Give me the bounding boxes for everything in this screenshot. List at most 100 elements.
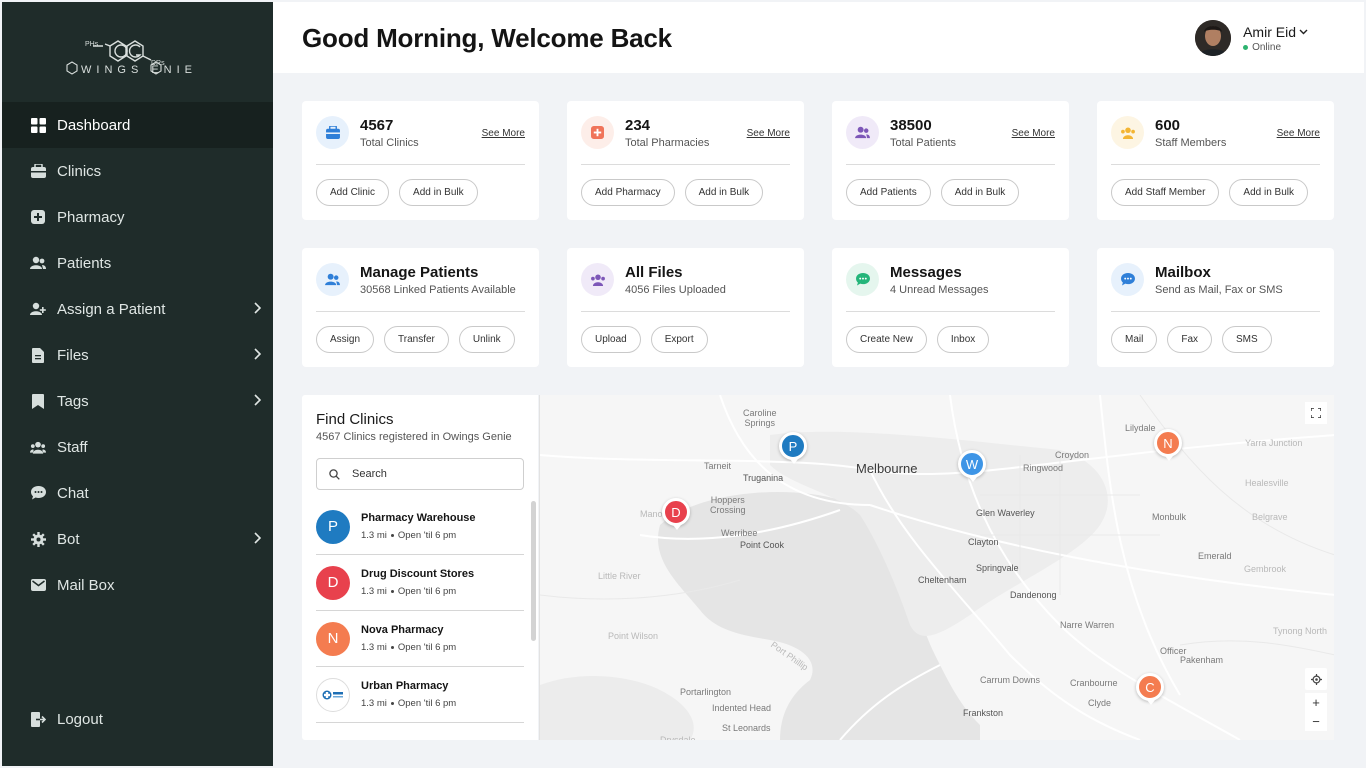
map-place-label: Springvale — [976, 563, 1019, 573]
sidebar-item-label: Patients — [57, 254, 112, 272]
map-place-label: Tarneit — [704, 461, 732, 471]
logo[interactable]: PHs DRs WINGS ENIE — [2, 2, 273, 102]
logout-label: Logout — [57, 710, 103, 728]
fullscreen-icon — [1311, 408, 1321, 418]
sidebar-item-dashboard[interactable]: Dashboard — [2, 102, 273, 148]
list-item[interactable]: N Nova Pharmacy 1.3 mi Open 'til 6 pm — [316, 611, 524, 667]
separator-dot-icon — [390, 534, 394, 537]
clinic-avatar: D — [316, 565, 350, 600]
card-action-button[interactable]: Inbox — [936, 326, 990, 353]
stat-card: 4567 Total Clinics See More Add Clinic Ad… — [302, 101, 539, 220]
zoom-out-button[interactable]: − — [1312, 712, 1320, 731]
scrollbar[interactable] — [531, 501, 536, 641]
map-place-label: Frankston — [963, 708, 1004, 718]
sidebar-item-label: Files — [57, 346, 89, 364]
card-action-button[interactable]: Transfer — [384, 326, 449, 353]
map-marker[interactable]: N — [1154, 429, 1182, 461]
map-marker[interactable]: W — [958, 450, 986, 482]
map-place-label: Ringwood — [1023, 463, 1064, 473]
map-place-label: Narre Warren — [1060, 620, 1115, 630]
action-card-subtitle: Send as Mail, Fax or SMS — [1155, 284, 1283, 296]
sidebar-item-tags[interactable]: Tags — [2, 378, 273, 424]
map-place-label: Caroline Springs — [743, 408, 777, 428]
clinic-name: Urban Pharmacy — [361, 680, 449, 692]
map-marker[interactable]: C — [1136, 673, 1164, 705]
search-box[interactable] — [316, 458, 524, 490]
user-name-dropdown[interactable]: Amir Eid — [1243, 24, 1308, 40]
sidebar-item-pharmacy[interactable]: Pharmacy — [2, 194, 273, 240]
pharmacy-icon — [581, 116, 614, 149]
locate-button[interactable] — [1305, 668, 1327, 690]
chevron-right-icon — [254, 302, 261, 314]
clinic-hours: Open 'til 6 pm — [397, 642, 457, 653]
map-place-label: Point Wilson — [608, 631, 659, 641]
see-more-link[interactable]: See More — [747, 128, 790, 139]
svg-text:PHs: PHs — [85, 41, 99, 48]
sidebar-item-label: Mail Box — [57, 576, 115, 594]
clinic-distance: 1.3 mi — [361, 530, 387, 541]
search-icon — [329, 468, 340, 480]
stat-value: 38500 — [890, 117, 932, 134]
chat-icon — [30, 485, 46, 501]
clinic-meta: 1.3 mi Open 'til 6 pm — [361, 698, 456, 709]
card-action-button[interactable]: Fax — [1167, 326, 1213, 353]
sidebar-item-assign-patient[interactable]: Assign a Patient — [2, 286, 273, 332]
card-action-button[interactable]: Add in Bulk — [684, 179, 764, 206]
map-place-label: Glen Waverley — [976, 508, 1035, 518]
map-marker[interactable]: P — [779, 432, 807, 464]
list-item[interactable]: D Drug Discount Stores 1.3 mi Open 'til … — [316, 555, 524, 611]
sidebar-item-bot[interactable]: Bot — [2, 516, 273, 562]
chevron-right-icon — [254, 394, 261, 406]
clinic-distance: 1.3 mi — [361, 642, 387, 653]
sidebar-item-chat[interactable]: Chat — [2, 470, 273, 516]
clinics-map[interactable]: Caroline Springs Tarneit Truganina Melbourn… — [539, 395, 1334, 740]
sidebar-item-staff[interactable]: Staff — [2, 424, 273, 470]
user-menu[interactable]: Amir Eid Online — [1195, 20, 1308, 56]
see-more-link[interactable]: See More — [482, 128, 525, 139]
logout-button[interactable]: Logout — [2, 696, 273, 742]
sidebar-item-mailbox[interactable]: Mail Box — [2, 562, 273, 608]
clinic-hours: Open 'til 6 pm — [397, 698, 457, 709]
owings-genie-logo: PHs DRs WINGS ENIE — [65, 40, 197, 76]
list-item[interactable]: Urban Pharmacy 1.3 mi Open 'til 6 pm — [316, 667, 524, 723]
card-action-button[interactable]: Export — [650, 326, 708, 353]
user-name: Amir Eid — [1243, 23, 1296, 40]
map-place-label: Melbourne — [856, 461, 918, 476]
stat-value: 4567 — [360, 117, 394, 134]
card-action-button[interactable]: SMS — [1222, 326, 1272, 353]
card-action-button[interactable]: Add Patients — [846, 179, 931, 206]
clinic-meta: 1.3 mi Open 'til 6 pm — [361, 642, 456, 653]
list-item[interactable]: P Pharmacy Warehouse 1.3 mi Open 'til 6 … — [316, 499, 524, 555]
page-title: Good Morning, Welcome Back — [302, 23, 672, 53]
sidebar-item-label: Clinics — [57, 162, 102, 180]
clinic-distance: 1.3 mi — [361, 698, 387, 709]
card-action-button[interactable]: Add in Bulk — [940, 179, 1020, 206]
fullscreen-button[interactable] — [1305, 402, 1327, 424]
chevron-down-icon — [1299, 29, 1308, 34]
card-action-button[interactable]: Add in Bulk — [399, 179, 478, 206]
card-action-button[interactable]: Mail — [1111, 326, 1158, 353]
action-card-subtitle: 4056 Files Uploaded — [625, 284, 726, 296]
card-action-button[interactable]: Add Pharmacy — [581, 179, 675, 206]
search-input[interactable] — [352, 468, 512, 480]
see-more-link[interactable]: See More — [1277, 128, 1320, 139]
sidebar-item-clinics[interactable]: Clinics — [2, 148, 273, 194]
see-more-link[interactable]: See More — [1012, 128, 1055, 139]
sidebar-item-files[interactable]: Files — [2, 332, 273, 378]
map-place-label: Tynong North — [1273, 626, 1328, 636]
card-action-button[interactable]: Add in Bulk — [1229, 179, 1309, 206]
zoom-in-button[interactable]: + — [1312, 693, 1320, 712]
sidebar-item-patients[interactable]: Patients — [2, 240, 273, 286]
card-action-button[interactable]: Create New — [846, 326, 927, 353]
logout-icon — [30, 711, 46, 727]
card-action-button[interactable]: Unlink — [458, 326, 515, 353]
card-action-button[interactable]: Add Clinic — [316, 179, 390, 206]
map-marker[interactable]: D — [662, 498, 690, 530]
card-action-button[interactable]: Upload — [581, 326, 641, 353]
card-action-button[interactable]: Add Staff Member — [1111, 179, 1220, 206]
card-action-button[interactable]: Assign — [316, 326, 375, 353]
clinic-hours: Open 'til 6 pm — [397, 530, 457, 541]
map-place-label: Lilydale — [1125, 423, 1156, 433]
logo-text: WINGS ENIE — [81, 64, 197, 76]
finder-subtitle: 4567 Clinics registered in Owings Genie — [316, 431, 512, 443]
